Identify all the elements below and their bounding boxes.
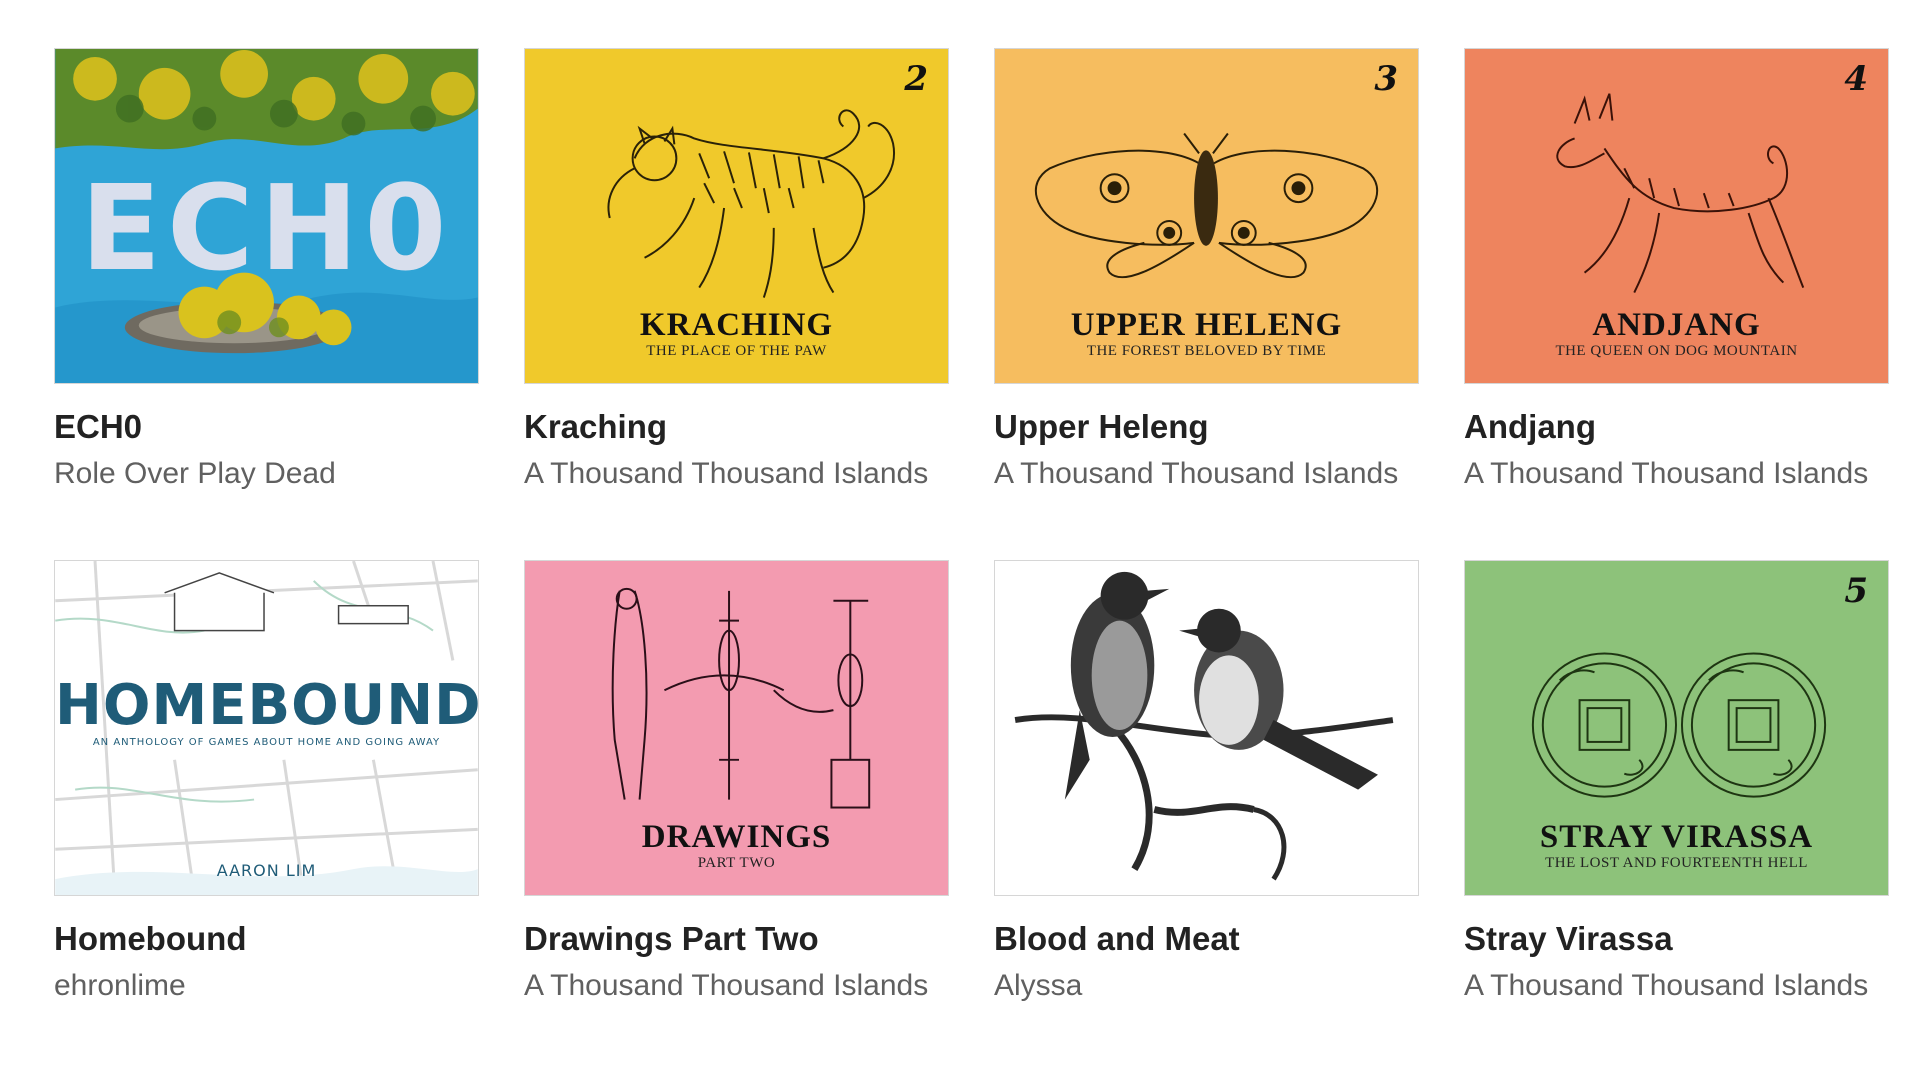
game-card-blood-and-meat[interactable]: Blood and Meat Alyssa	[994, 559, 1419, 1004]
game-author[interactable]: Alyssa	[994, 968, 1419, 1004]
cover-title: DRAWINGS	[641, 818, 832, 855]
game-title[interactable]: Andjang	[1464, 408, 1889, 446]
game-card-upper-heleng[interactable]: 3 UPPER HELENG THE FOREST BELOVED BY TIM…	[994, 48, 1419, 492]
game-cover[interactable]: 2 KRACHING THE PLACE OF THE PAW	[524, 48, 949, 384]
game-card-echo[interactable]: ECH0 ECH0 Role Over Play Dead	[54, 48, 479, 492]
game-author[interactable]: A Thousand Thousand Islands	[1464, 456, 1889, 492]
game-card-stray-virassa[interactable]: 5 STRAY VIRASSA THE LOST AND FOURTEENTH …	[1464, 559, 1889, 1004]
cover-subtitle: THE FOREST BELOVED BY TIME	[1086, 343, 1327, 359]
game-title[interactable]: Homebound	[54, 920, 479, 958]
game-cover[interactable]: ECH0	[54, 48, 479, 384]
cover-subtitle: THE QUEEN ON DOG MOUNTAIN	[1555, 343, 1798, 359]
cover-title: ECH0	[80, 159, 453, 297]
game-author[interactable]: A Thousand Thousand Islands	[1464, 968, 1889, 1004]
cover-subtitle: PART TWO	[697, 854, 776, 871]
game-title[interactable]: Stray Virassa	[1464, 920, 1889, 958]
game-author[interactable]: A Thousand Thousand Islands	[524, 456, 949, 492]
game-card-kraching[interactable]: 2 KRACHING THE PLACE OF THE PAW Kraching…	[524, 48, 949, 492]
game-title[interactable]: Kraching	[524, 408, 949, 446]
cover-subtitle: THE LOST AND FOURTEENTH HELL	[1545, 854, 1808, 871]
game-card-drawings-part-two[interactable]: DRAWINGS PART TWO Drawings Part Two A Th…	[524, 559, 949, 1004]
cover-title: HOMEBOUND	[55, 672, 479, 738]
game-author[interactable]: A Thousand Thousand Islands	[524, 968, 949, 1004]
game-title[interactable]: ECH0	[54, 408, 479, 446]
cover-title: ANDJANG	[1592, 307, 1761, 343]
cover-subtitle: AN ANTHOLOGY OF GAMES ABOUT HOME AND GOI…	[92, 736, 441, 748]
volume-number: 4	[1844, 59, 1868, 99]
game-title[interactable]: Upper Heleng	[994, 408, 1419, 446]
game-cover[interactable]: HOMEBOUND AN ANTHOLOGY OF GAMES ABOUT HO…	[54, 559, 479, 896]
game-author[interactable]: Role Over Play Dead	[54, 456, 479, 492]
cover-subtitle: THE PLACE OF THE PAW	[646, 343, 827, 359]
game-author[interactable]: ehronlime	[54, 968, 479, 1004]
game-title[interactable]: Drawings Part Two	[524, 920, 949, 958]
cover-title: KRACHING	[639, 307, 834, 343]
birds-illustration	[1014, 571, 1394, 881]
game-cover[interactable]	[994, 559, 1419, 896]
volume-number: 5	[1844, 570, 1868, 611]
game-cover[interactable]: DRAWINGS PART TWO	[524, 559, 949, 896]
volume-number: 3	[1374, 59, 1398, 99]
game-author[interactable]: A Thousand Thousand Islands	[994, 456, 1419, 492]
cover-title: STRAY VIRASSA	[1539, 818, 1814, 855]
cover-title: UPPER HELENG	[1070, 307, 1343, 343]
game-cover[interactable]: 4 ANDJANG THE QUEEN ON DOG MOUNTAIN	[1464, 48, 1889, 384]
game-cover[interactable]: 3 UPPER HELENG THE FOREST BELOVED BY TIM…	[994, 48, 1419, 384]
game-cover[interactable]: 5 STRAY VIRASSA THE LOST AND FOURTEENTH …	[1464, 559, 1889, 896]
cover-author: AARON LIM	[216, 860, 317, 880]
game-card-andjang[interactable]: 4 ANDJANG THE QUEEN ON DOG MOUNTAIN Andj…	[1464, 48, 1889, 492]
game-grid: ECH0 ECH0 Role Over Play Dead 2 KRACHING…	[54, 48, 1889, 1004]
volume-number: 2	[904, 59, 928, 99]
game-card-homebound[interactable]: HOMEBOUND AN ANTHOLOGY OF GAMES ABOUT HO…	[54, 559, 479, 1004]
game-title[interactable]: Blood and Meat	[994, 920, 1419, 958]
